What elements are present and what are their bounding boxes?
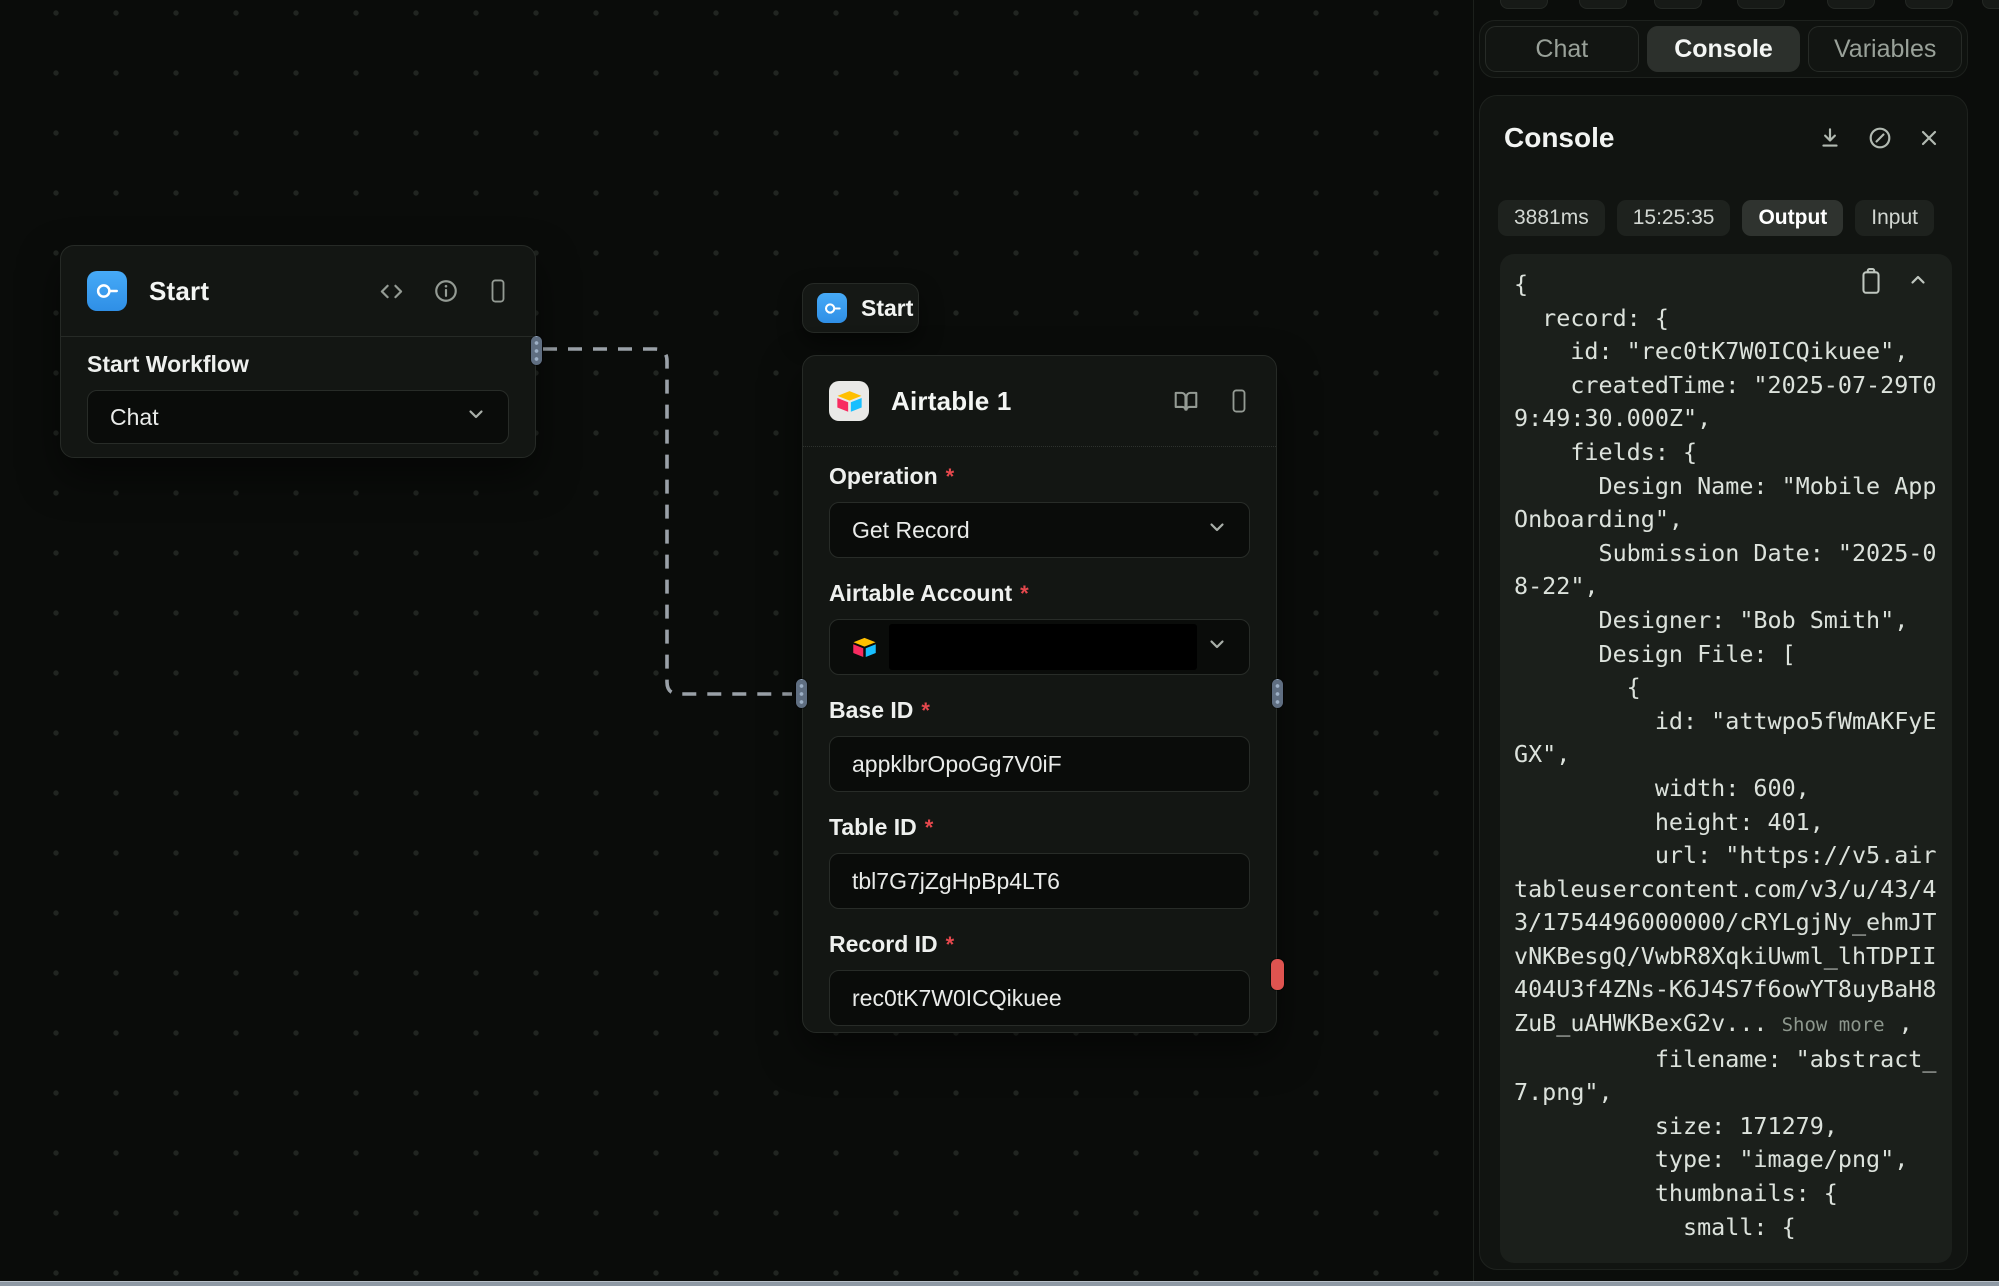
clear-console-icon[interactable] xyxy=(1867,125,1893,151)
operation-value: Get Record xyxy=(852,517,970,544)
info-icon[interactable] xyxy=(433,278,459,304)
operation-select[interactable]: Get Record xyxy=(829,502,1250,558)
start-pill-label: Start xyxy=(861,295,913,322)
chevron-down-icon xyxy=(464,402,488,432)
airtable-node[interactable]: Airtable 1 Operation* xyxy=(802,355,1277,1033)
table-id-input[interactable]: tbl7G7jZgHpBp4LT6 xyxy=(829,853,1250,909)
toolbar-button-stub[interactable] xyxy=(1654,0,1702,9)
airtable-node-header: Airtable 1 xyxy=(803,356,1276,446)
start-node-title: Start xyxy=(149,276,209,307)
base-id-label: Base ID* xyxy=(829,697,1250,724)
start-node-header: Start xyxy=(61,246,535,336)
console-output-block: { record: { id: "rec0tK7W0ICQikuee", cre… xyxy=(1500,254,1952,1263)
airtable-error-handle[interactable] xyxy=(1271,959,1284,990)
airtable-account-select[interactable] xyxy=(829,619,1250,675)
airtable-logo-icon xyxy=(829,381,869,421)
redacted-account-name xyxy=(889,624,1197,670)
start-node[interactable]: Start xyxy=(60,245,536,458)
json-text: , filename: "abstract_ 7.png", size: 171… xyxy=(1514,1009,1936,1241)
toolbar-button-stub[interactable] xyxy=(1982,0,1999,9)
toolbar-button-stub[interactable] xyxy=(1737,0,1785,9)
panel-tabbar: Chat Console Variables xyxy=(1479,20,1968,78)
start-icon xyxy=(87,271,127,311)
toolbar-button-stub[interactable] xyxy=(1905,0,1953,9)
phone-icon[interactable] xyxy=(487,278,509,304)
airtable-logo-icon xyxy=(852,637,877,658)
code-icon[interactable] xyxy=(378,278,405,305)
base-id-value: appklbrOpoGg7V0iF xyxy=(852,751,1062,778)
start-pill-node[interactable]: Start xyxy=(802,283,919,333)
timestamp-badge: 15:25:35 xyxy=(1617,200,1731,236)
phone-icon[interactable] xyxy=(1228,388,1250,414)
airtable-node-title: Airtable 1 xyxy=(891,386,1012,417)
record-id-label: Record ID* xyxy=(829,931,1250,958)
start-output-handle[interactable] xyxy=(531,336,542,365)
json-text: { record: { id: "rec0tK7W0ICQikuee", cre… xyxy=(1514,270,1936,1037)
download-icon[interactable] xyxy=(1817,125,1843,151)
toolbar-button-stub[interactable] xyxy=(1579,0,1627,9)
tab-chat[interactable]: Chat xyxy=(1485,26,1639,72)
console-json-output: { record: { id: "rec0tK7W0ICQikuee", cre… xyxy=(1500,254,1952,1244)
base-id-input[interactable]: appklbrOpoGg7V0iF xyxy=(829,736,1250,792)
start-workflow-label: Start Workflow xyxy=(87,351,509,378)
chevron-down-icon xyxy=(1205,632,1229,662)
collapse-icon[interactable] xyxy=(1906,268,1930,301)
toolbar-button-stub[interactable] xyxy=(1827,0,1875,9)
output-toggle[interactable]: Output xyxy=(1742,200,1843,236)
show-more-link[interactable]: Show more xyxy=(1782,1014,1885,1036)
airtable-input-handle[interactable] xyxy=(796,679,807,708)
airtable-account-label: Airtable Account* xyxy=(829,580,1250,607)
screen-bottom-edge xyxy=(0,1281,1999,1286)
right-panel-region: Chat Console Variables Console xyxy=(1473,0,1999,1286)
book-open-icon[interactable] xyxy=(1172,388,1200,414)
console-panel: Console xyxy=(1479,95,1968,1270)
duration-badge: 3881ms xyxy=(1498,200,1605,236)
table-id-label: Table ID* xyxy=(829,814,1250,841)
start-workflow-value: Chat xyxy=(110,404,159,431)
tab-console[interactable]: Console xyxy=(1647,26,1801,72)
toolbar-button-stub[interactable] xyxy=(1500,0,1548,9)
chevron-down-icon xyxy=(1205,515,1229,545)
input-toggle[interactable]: Input xyxy=(1855,200,1934,236)
record-id-value: rec0tK7W0ICQikuee xyxy=(852,985,1062,1012)
tab-variables[interactable]: Variables xyxy=(1808,26,1962,72)
record-id-input[interactable]: rec0tK7W0ICQikuee xyxy=(829,970,1250,1026)
table-id-value: tbl7G7jZgHpBp4LT6 xyxy=(852,868,1060,895)
start-workflow-select[interactable]: Chat xyxy=(87,390,509,444)
close-icon[interactable] xyxy=(1917,126,1941,150)
workflow-editor-screen: Start xyxy=(0,0,1999,1286)
operation-label: Operation* xyxy=(829,463,1250,490)
airtable-output-handle[interactable] xyxy=(1272,679,1283,708)
copy-icon[interactable] xyxy=(1858,268,1884,301)
start-icon xyxy=(817,293,847,323)
console-panel-title: Console xyxy=(1504,122,1614,154)
